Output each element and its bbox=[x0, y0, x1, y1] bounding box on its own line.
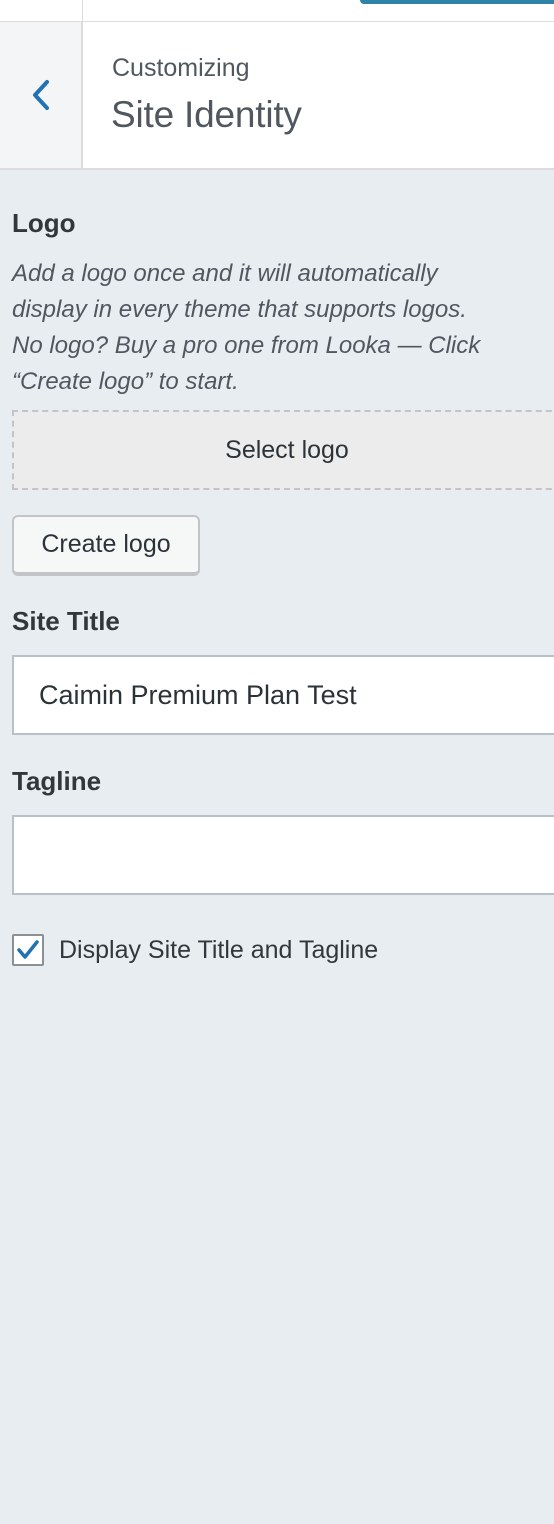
publish-button[interactable] bbox=[360, 0, 554, 4]
logo-description-line: display in every theme that supports log… bbox=[12, 296, 467, 323]
site-title-input[interactable]: Caimin Premium Plan Test bbox=[12, 655, 554, 735]
create-logo-label: Create logo bbox=[41, 530, 171, 558]
page-title: Site Identity bbox=[111, 94, 302, 135]
checkmark-icon bbox=[17, 940, 39, 959]
site-title-label: Site Title bbox=[12, 606, 120, 636]
logo-description-line: “Create logo” to start. bbox=[12, 368, 239, 395]
create-logo-button[interactable]: Create logo bbox=[12, 515, 200, 576]
section-header: Customizing Site Identity bbox=[0, 22, 554, 170]
logo-description-line: No logo? Buy a pro one from Looka — Clic… bbox=[12, 332, 481, 359]
customizer-top-bar bbox=[0, 0, 554, 22]
tagline-label: Tagline bbox=[12, 766, 102, 796]
select-logo-button[interactable]: Select logo bbox=[12, 410, 554, 490]
display-title-tagline-label[interactable]: Display Site Title and Tagline bbox=[59, 936, 378, 965]
logo-label: Logo bbox=[12, 208, 76, 238]
display-title-tagline-checkbox[interactable] bbox=[12, 934, 44, 966]
logo-description: Add a logo once and it will automaticall… bbox=[12, 256, 552, 400]
tagline-input[interactable] bbox=[12, 815, 554, 895]
logo-description-line: Add a logo once and it will automaticall… bbox=[12, 260, 438, 287]
site-title-value: Caimin Premium Plan Test bbox=[39, 679, 357, 710]
top-bar-divider bbox=[82, 0, 83, 22]
select-logo-label: Select logo bbox=[225, 435, 349, 464]
breadcrumb: Customizing bbox=[112, 54, 250, 82]
chevron-left-icon bbox=[32, 80, 49, 110]
back-button[interactable] bbox=[0, 22, 83, 168]
